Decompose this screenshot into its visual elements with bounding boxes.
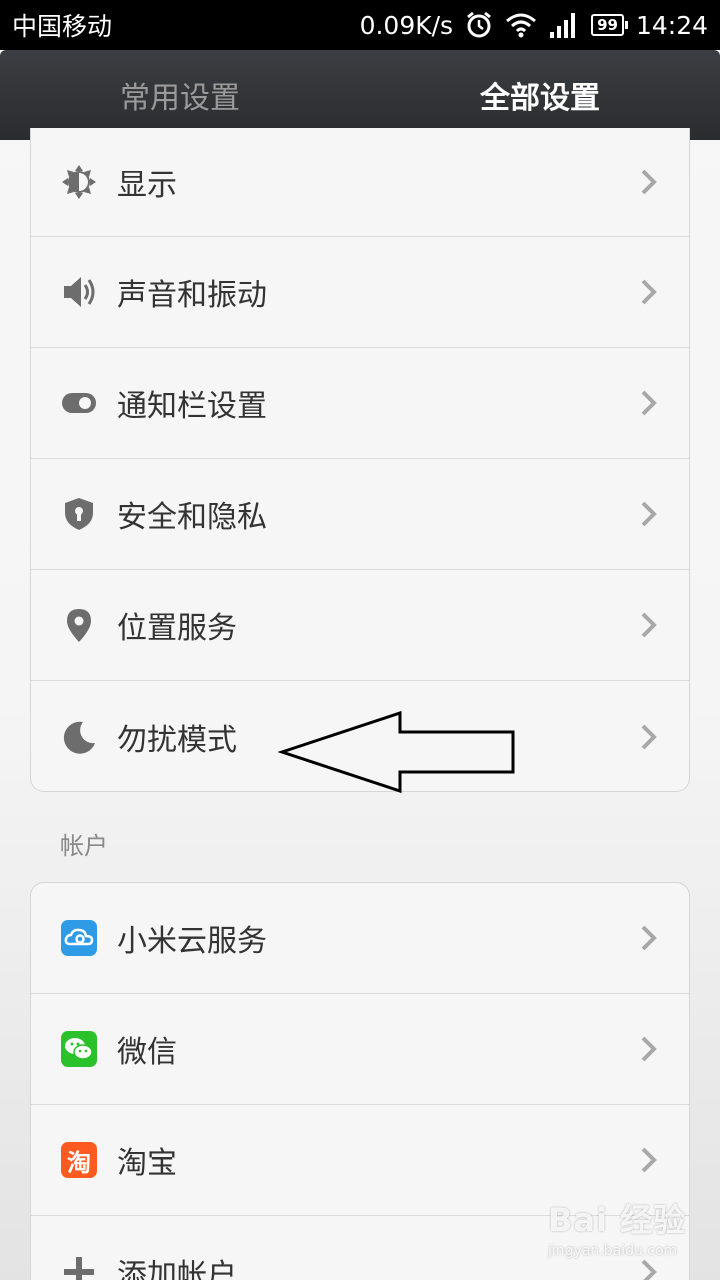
- tab-bar: 常用设置 全部设置: [0, 50, 720, 140]
- wechat-icon: [61, 1031, 97, 1067]
- network-speed: 0.09K/s: [359, 10, 454, 40]
- settings-item-label: 声音和振动: [117, 278, 267, 313]
- chevron-right-icon: [641, 501, 657, 527]
- battery-icon: 99: [591, 14, 628, 36]
- account-item-label: 微信: [117, 1035, 177, 1070]
- settings-item-sound[interactable]: 声音和振动: [31, 237, 689, 348]
- section-title-accounts: 帐户: [60, 832, 108, 860]
- status-indicators: 0.09K/s 99 14:24: [360, 11, 708, 40]
- alarm-icon: [467, 11, 492, 38]
- clock: 14:24: [635, 10, 708, 40]
- cloud-icon: [61, 920, 97, 956]
- plus-icon: [61, 1254, 97, 1280]
- account-item-label: 淘宝: [117, 1146, 177, 1181]
- account-item-wechat[interactable]: 微信: [31, 994, 689, 1105]
- settings-item-display[interactable]: 显示: [31, 128, 689, 237]
- watermark-brand: Bai 经验: [548, 1201, 687, 1239]
- chevron-right-icon: [641, 1147, 657, 1173]
- baidu-jingyan-watermark: Bai 经验 jingyan.baidu.com: [548, 1195, 698, 1265]
- status-bar: 中国移动 0.09K/s 99 14:24: [0, 0, 720, 50]
- annotation-arrow-icon: [278, 710, 515, 794]
- shield-icon: [61, 496, 97, 532]
- carrier-name: 中国移动: [12, 12, 113, 41]
- settings-item-security[interactable]: 安全和隐私: [31, 459, 689, 570]
- taobao-icon: 淘: [61, 1142, 97, 1178]
- brightness-icon: [61, 164, 97, 200]
- settings-item-label: 安全和隐私: [117, 500, 267, 535]
- signal-icon: [550, 13, 576, 38]
- settings-item-label: 通知栏设置: [117, 389, 267, 424]
- moon-icon: [61, 719, 97, 755]
- tab-all-settings[interactable]: 全部设置: [360, 50, 720, 140]
- chevron-right-icon: [641, 1036, 657, 1062]
- chevron-right-icon: [641, 279, 657, 305]
- account-item-mi-cloud[interactable]: 小米云服务: [31, 883, 689, 994]
- tab-common-settings[interactable]: 常用设置: [0, 50, 360, 140]
- chevron-right-icon: [641, 925, 657, 951]
- watermark-url: jingyan.baidu.com: [548, 1243, 678, 1259]
- settings-group: 显示 声音和振动 通知栏设置 安全和隐私 位置服务 勿扰模式: [30, 128, 690, 792]
- wifi-icon: [506, 13, 537, 38]
- settings-item-label: 显示: [117, 168, 177, 203]
- settings-item-location[interactable]: 位置服务: [31, 570, 689, 681]
- settings-item-label: 位置服务: [117, 611, 237, 646]
- toggle-icon: [61, 385, 97, 421]
- chevron-right-icon: [641, 390, 657, 416]
- settings-item-notification-bar[interactable]: 通知栏设置: [31, 348, 689, 459]
- account-item-label: 小米云服务: [117, 924, 267, 959]
- speaker-icon: [61, 274, 97, 310]
- chevron-right-icon: [641, 612, 657, 638]
- chevron-right-icon: [641, 724, 657, 749]
- location-pin-icon: [61, 607, 97, 643]
- chevron-right-icon: [641, 169, 657, 195]
